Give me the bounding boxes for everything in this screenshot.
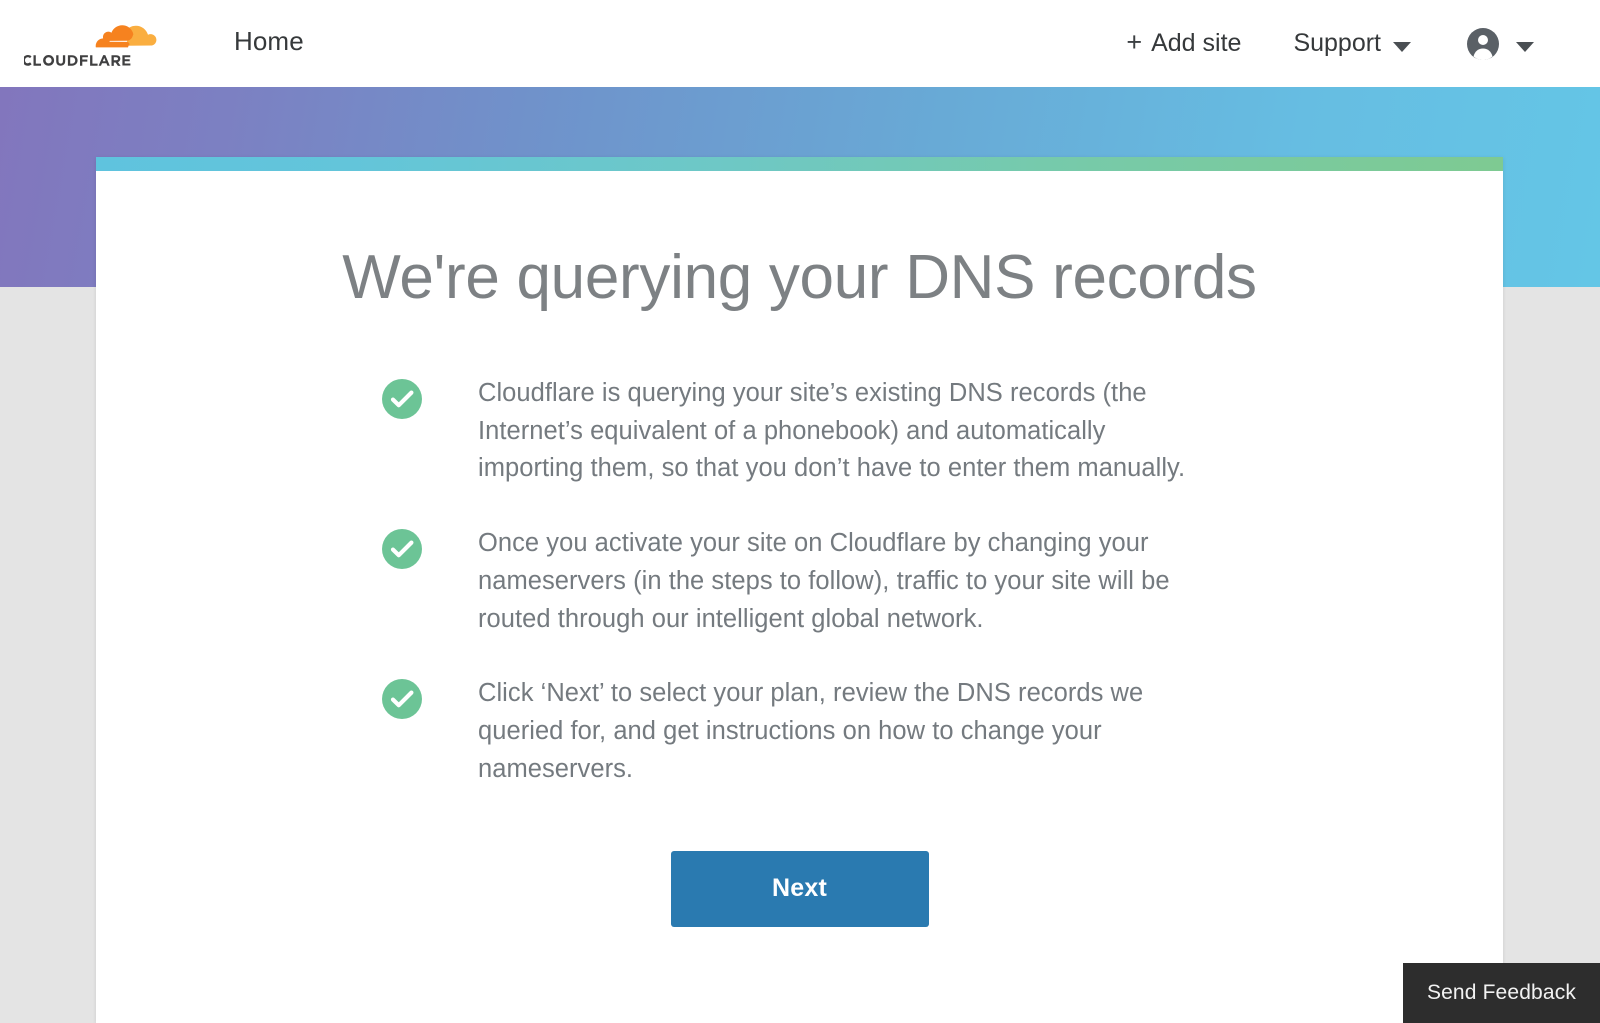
card-accent-bar bbox=[96, 157, 1503, 171]
card-actions: Next bbox=[96, 850, 1503, 927]
card-body: We're querying your DNS records Cloudfla… bbox=[96, 171, 1503, 927]
top-navigation-bar: Home + Add site Support bbox=[0, 0, 1600, 87]
cloudflare-cloud-logo bbox=[24, 25, 157, 66]
add-site-label: Add site bbox=[1151, 29, 1242, 57]
account-menu[interactable] bbox=[1466, 27, 1534, 61]
check-circle-icon bbox=[382, 529, 422, 570]
list-item: Once you activate your site on Cloudflar… bbox=[382, 525, 1503, 638]
page-title: We're querying your DNS records bbox=[342, 243, 1257, 312]
support-label: Support bbox=[1293, 29, 1381, 57]
bullet-list: Cloudflare is querying your site’s exist… bbox=[96, 375, 1503, 789]
nav-right-group: + Add site Support bbox=[1126, 0, 1600, 87]
support-menu[interactable]: Support bbox=[1293, 29, 1411, 58]
list-item-text: Cloudflare is querying your site’s exist… bbox=[478, 378, 1186, 483]
user-avatar-icon bbox=[1467, 27, 1499, 60]
check-circle-icon bbox=[382, 378, 422, 419]
nav-item-home[interactable]: Home bbox=[234, 26, 304, 57]
chevron-down-icon bbox=[1393, 41, 1411, 52]
next-button[interactable]: Next bbox=[670, 850, 929, 927]
list-item-text: Click ‘Next’ to select your plan, review… bbox=[478, 679, 1144, 783]
list-item: Cloudflare is querying your site’s exist… bbox=[382, 375, 1503, 488]
add-site-button[interactable]: + Add site bbox=[1126, 29, 1241, 58]
send-feedback-button[interactable]: Send Feedback bbox=[1402, 962, 1600, 1023]
check-circle-icon bbox=[382, 679, 422, 720]
onboarding-card: We're querying your DNS records Cloudfla… bbox=[96, 157, 1503, 1023]
list-item: Click ‘Next’ to select your plan, review… bbox=[382, 675, 1503, 788]
plus-icon: + bbox=[1126, 27, 1143, 57]
cloudflare-logo[interactable] bbox=[24, 9, 184, 71]
list-item-text: Once you activate your site on Cloudflar… bbox=[478, 529, 1170, 633]
chevron-down-icon bbox=[1516, 41, 1534, 52]
